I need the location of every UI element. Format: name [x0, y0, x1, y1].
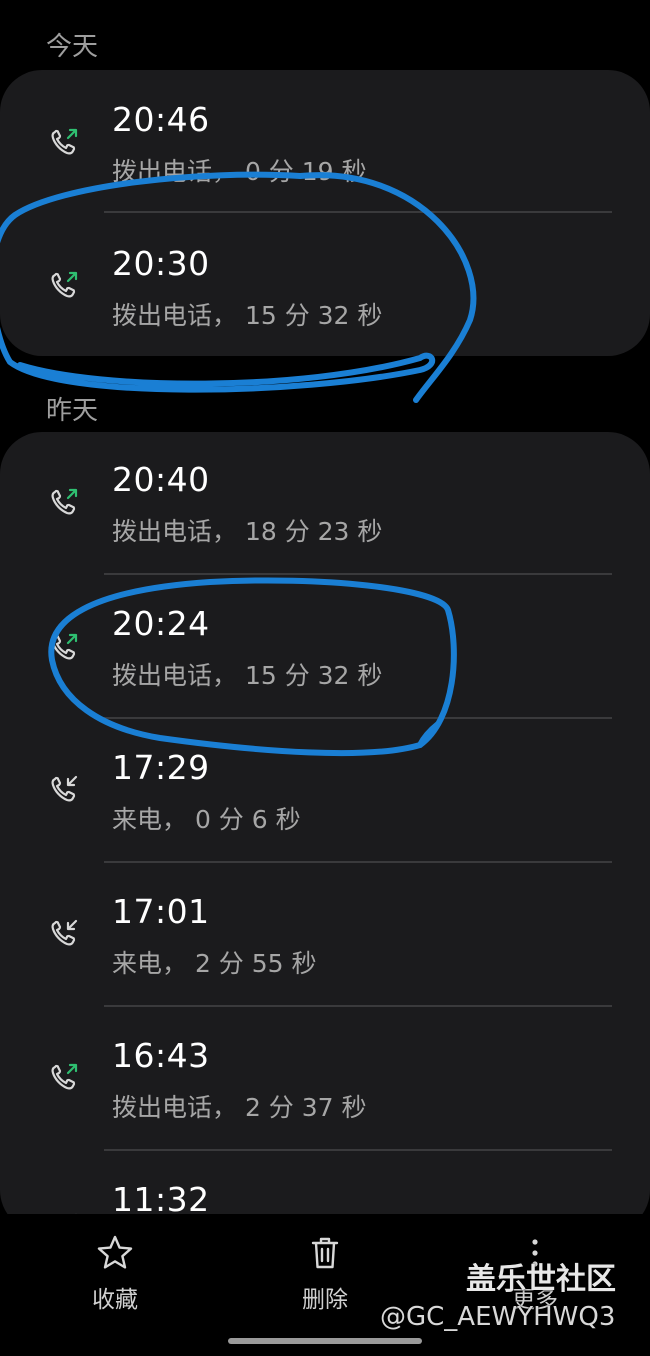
call-time: 20:30: [112, 244, 210, 283]
outgoing-call-icon: [51, 633, 78, 660]
call-log-row[interactable]: 17:01 来电， 2 分 55 秒: [0, 863, 650, 1007]
incoming-call-icon: [51, 775, 78, 802]
section-label-yesterday: 昨天: [46, 396, 99, 426]
call-log-row[interactable]: 16:43 拨出电话， 2 分 37 秒: [0, 1007, 650, 1151]
delete-label: 删除: [302, 1287, 348, 1313]
call-detail: 拨出电话， 0 分 19 秒: [112, 157, 367, 186]
call-log-card-yesterday: 20:40 拨出电话， 18 分 23 秒 20:24 拨出电话， 15 分 3…: [0, 432, 650, 1232]
call-detail: 来电， 2 分 55 秒: [112, 949, 317, 978]
call-log-card-today: 20:46 拨出电话， 0 分 19 秒 20:30 拨出电话， 15 分 32…: [0, 70, 650, 356]
call-detail: 拨出电话， 15 分 32 秒: [112, 661, 383, 690]
call-time: 20:24: [112, 604, 210, 643]
call-log-row[interactable]: 20:24 拨出电话， 15 分 32 秒: [0, 575, 650, 719]
watermark-title: 盖乐世社区: [466, 1262, 616, 1297]
call-detail: 来电， 0 分 6 秒: [112, 805, 301, 834]
trash-icon: [311, 1237, 339, 1269]
outgoing-call-icon: [51, 271, 78, 298]
call-time: 17:29: [112, 748, 210, 787]
outgoing-call-icon: [51, 128, 78, 155]
outgoing-call-icon: [51, 488, 78, 515]
call-log-row[interactable]: 17:29 来电， 0 分 6 秒: [0, 719, 650, 863]
call-detail: 拨出电话， 15 分 32 秒: [112, 301, 383, 330]
call-log-row[interactable]: 20:30 拨出电话， 15 分 32 秒: [0, 213, 650, 356]
favorite-label: 收藏: [92, 1287, 138, 1313]
star-icon: [97, 1235, 133, 1269]
call-detail: 拨出电话， 18 分 23 秒: [112, 517, 383, 546]
call-time: 20:46: [112, 100, 210, 139]
outgoing-call-icon: [51, 1063, 78, 1090]
delete-button[interactable]: 删除: [260, 1234, 390, 1314]
favorite-button[interactable]: 收藏: [50, 1234, 180, 1314]
incoming-call-icon: [51, 919, 78, 946]
call-time: 17:01: [112, 892, 210, 931]
watermark-user: @GC_AEWYHWQ3: [380, 1302, 616, 1332]
home-indicator[interactable]: [228, 1338, 422, 1344]
call-log-row[interactable]: 20:40 拨出电话， 18 分 23 秒: [0, 432, 650, 576]
call-time: 16:43: [112, 1036, 210, 1075]
call-log-row[interactable]: 20:46 拨出电话， 0 分 19 秒: [0, 70, 650, 214]
section-label-today: 今天: [46, 32, 99, 62]
call-time: 20:40: [112, 460, 210, 499]
call-detail: 拨出电话， 2 分 37 秒: [112, 1093, 367, 1122]
